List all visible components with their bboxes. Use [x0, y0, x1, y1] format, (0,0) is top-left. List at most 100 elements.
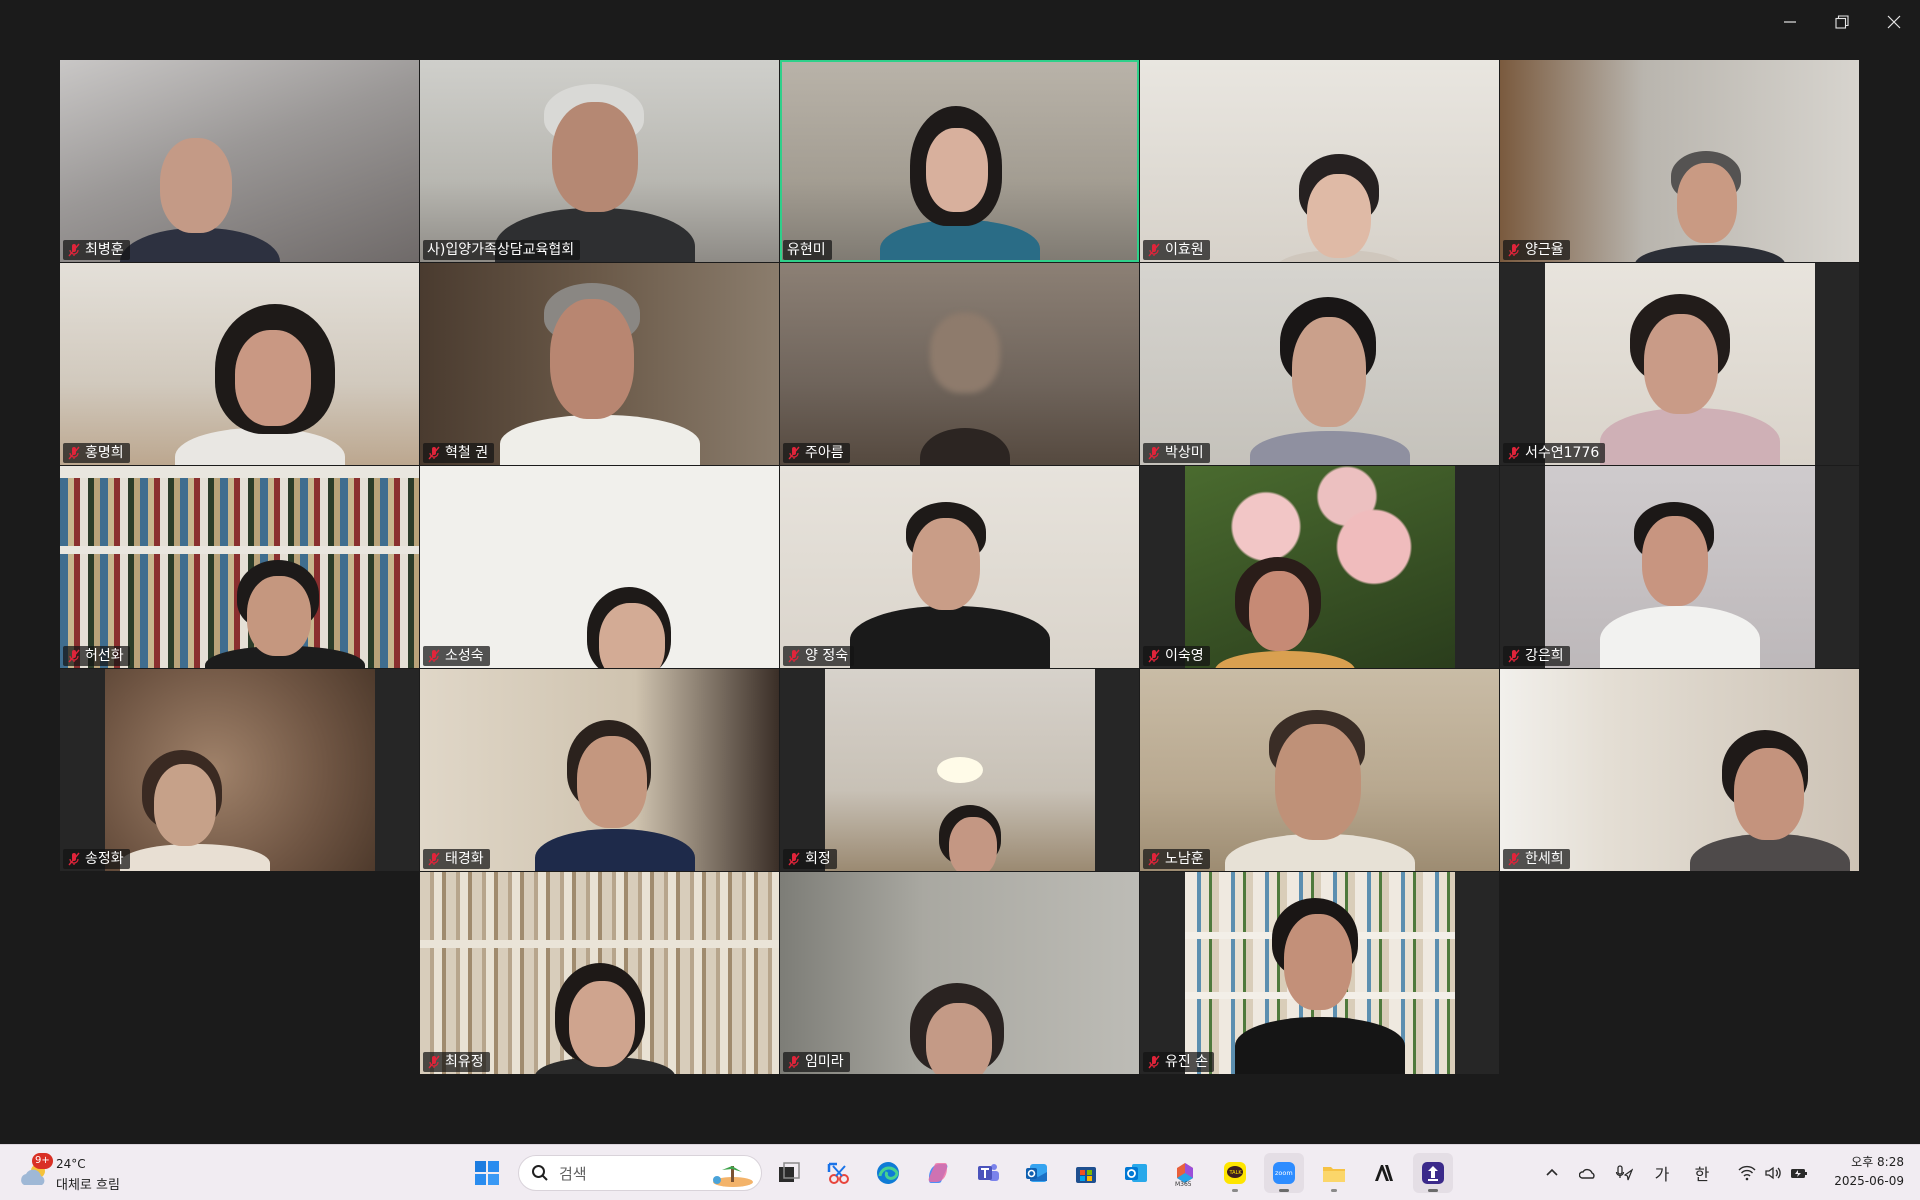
snipping-tool-button[interactable] — [818, 1153, 858, 1193]
participant-tile[interactable]: 소성숙 — [420, 466, 779, 668]
outlook-button[interactable] — [1116, 1153, 1156, 1193]
microsoft-365-button[interactable]: M365 — [1165, 1153, 1205, 1193]
quick-settings-button[interactable] — [1732, 1155, 1814, 1191]
anthropic-app-button[interactable] — [1363, 1153, 1403, 1193]
participant-name: 최병훈 — [85, 242, 124, 258]
ime-language-indicator[interactable]: 한 — [1688, 1155, 1716, 1191]
participant-tile[interactable]: 임미라 — [780, 872, 1139, 1074]
participant-name-tag: 강은희 — [1503, 646, 1570, 666]
participant-tile-active-speaker[interactable]: 유현미 — [780, 60, 1139, 262]
participant-name: 박상미 — [1165, 445, 1204, 461]
participant-name: 유진 손 — [1165, 1054, 1209, 1070]
title-bar — [0, 0, 1920, 44]
show-hidden-icons-button[interactable] — [1540, 1155, 1564, 1191]
participant-tile[interactable]: 주아름 — [780, 263, 1139, 465]
participant-tile[interactable]: 사)입양가족상담교육협회 — [420, 60, 779, 262]
mic-muted-icon — [1508, 649, 1520, 663]
participant-name-tag: 유현미 — [783, 240, 832, 260]
video-feed — [1545, 263, 1815, 465]
mic-muted-icon — [1508, 852, 1520, 866]
mic-muted-icon — [428, 446, 440, 460]
video-feed — [420, 60, 779, 262]
mic-muted-icon — [428, 1055, 440, 1069]
participant-tile[interactable]: 허선화 — [60, 466, 419, 668]
zoom-icon: zoom — [1273, 1162, 1295, 1184]
participant-tile[interactable]: 강은희 — [1500, 466, 1859, 668]
svg-text:M365: M365 — [1175, 1181, 1192, 1186]
video-feed — [1140, 60, 1499, 262]
copilot-button[interactable] — [918, 1153, 958, 1193]
participant-name: 양근율 — [1525, 242, 1564, 258]
snipping-tool-icon — [827, 1162, 849, 1184]
participant-tile[interactable]: 혁철 권 — [420, 263, 779, 465]
participant-name-tag: 혁철 권 — [423, 443, 495, 463]
participant-name: 임미라 — [805, 1054, 844, 1070]
kakaotalk-button[interactable]: TALK — [1215, 1153, 1255, 1193]
taskbar-clock[interactable]: 오후 8:28 2025-06-09 — [1824, 1153, 1904, 1191]
video-feed — [1140, 669, 1499, 871]
windows-taskbar: 9+ 24°C 대체로 흐림 검색 M365 TALK zoom 가 한 오후 … — [0, 1144, 1920, 1200]
battery-charging-icon — [1791, 1169, 1807, 1178]
mic-muted-icon — [1148, 649, 1160, 663]
participant-tile[interactable]: 박상미 — [1140, 263, 1499, 465]
edge-browser-button[interactable] — [868, 1153, 908, 1193]
clock-date: 2025-06-09 — [1834, 1174, 1904, 1188]
participant-name: 송정화 — [85, 851, 124, 867]
task-view-button[interactable] — [769, 1153, 809, 1193]
video-feed — [420, 263, 779, 465]
mic-muted-icon — [68, 243, 80, 257]
mic-muted-icon — [1148, 1055, 1160, 1069]
mic-muted-icon — [1148, 243, 1160, 257]
participant-name-tag: 회정 — [783, 849, 837, 869]
weather-widget[interactable]: 9+ 24°C 대체로 흐림 — [18, 1151, 158, 1195]
participant-name: 주아름 — [805, 445, 844, 461]
onedrive-button[interactable] — [1574, 1155, 1602, 1191]
participant-tile[interactable]: 유진 손 — [1140, 872, 1499, 1074]
participant-tile[interactable]: 태경화 — [420, 669, 779, 871]
close-button[interactable] — [1868, 0, 1920, 44]
taskbar-search-box[interactable]: 검색 — [518, 1155, 762, 1191]
participant-name-tag: 허선화 — [63, 646, 130, 666]
minimize-button[interactable] — [1764, 0, 1816, 44]
mic-muted-icon — [68, 852, 80, 866]
microsoft-store-button[interactable] — [1066, 1153, 1106, 1193]
participant-name-tag: 한세희 — [1503, 849, 1570, 869]
participant-tile[interactable]: 이숙영 — [1140, 466, 1499, 668]
restore-button[interactable] — [1816, 0, 1868, 44]
participant-tile[interactable]: 서수연1776 — [1500, 263, 1859, 465]
participant-name-tag: 이효원 — [1143, 240, 1210, 260]
video-feed — [60, 263, 419, 465]
participant-tile[interactable]: 최유정 — [420, 872, 779, 1074]
video-feed — [1500, 669, 1859, 871]
participant-tile[interactable]: 송정화 — [60, 669, 419, 871]
mic-muted-icon — [1148, 852, 1160, 866]
mic-muted-icon — [68, 446, 80, 460]
upload-app-button[interactable] — [1413, 1153, 1453, 1193]
copilot-icon — [928, 1163, 948, 1183]
participant-name: 최유정 — [445, 1054, 484, 1070]
participant-tile[interactable]: 회정 — [780, 669, 1139, 871]
folder-icon — [1323, 1167, 1345, 1182]
ime-mode-indicator[interactable]: 가 — [1648, 1155, 1676, 1191]
video-feed — [420, 669, 779, 871]
participant-name-tag: 사)입양가족상담교육협회 — [423, 240, 581, 260]
participant-tile[interactable]: 최병훈 — [60, 60, 419, 262]
wifi-icon — [1738, 1165, 1756, 1181]
participant-tile[interactable]: 양 정숙 — [780, 466, 1139, 668]
zoom-meeting-window: 최병훈 사)입양가족상담교육협회 유현미 이효원 양근율 홍명희 혁철 권 주아… — [0, 0, 1920, 1144]
teams-icon — [978, 1164, 999, 1181]
zoom-button[interactable]: zoom — [1264, 1153, 1304, 1193]
participant-tile[interactable]: 한세희 — [1500, 669, 1859, 871]
notification-badge: 9+ — [32, 1153, 53, 1169]
restore-icon — [1835, 15, 1849, 29]
task-view-icon — [779, 1162, 800, 1182]
participant-tile[interactable]: 홍명희 — [60, 263, 419, 465]
participant-tile[interactable]: 양근율 — [1500, 60, 1859, 262]
microphone-in-use-button[interactable] — [1610, 1155, 1638, 1191]
file-explorer-button[interactable] — [1314, 1153, 1354, 1193]
participant-tile[interactable]: 이효원 — [1140, 60, 1499, 262]
participant-tile[interactable]: 노남훈 — [1140, 669, 1499, 871]
start-button[interactable] — [467, 1153, 507, 1193]
teams-button[interactable] — [968, 1153, 1008, 1193]
outlook-new-button[interactable] — [1017, 1153, 1057, 1193]
